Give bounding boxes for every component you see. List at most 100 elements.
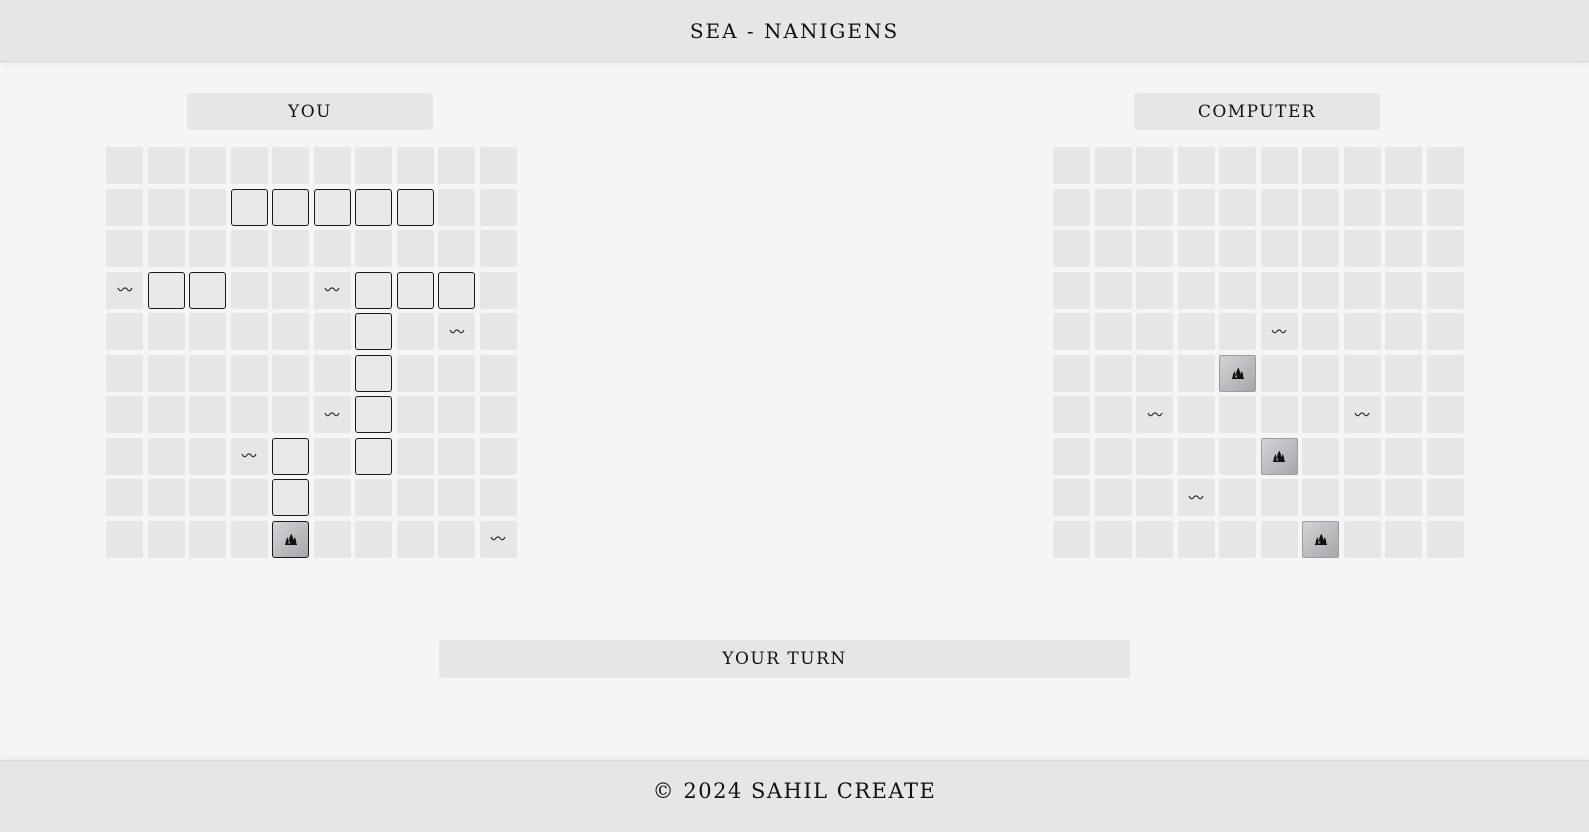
player-cell[interactable] bbox=[189, 188, 226, 226]
computer-cell[interactable] bbox=[1094, 147, 1132, 184]
computer-miss-cell[interactable] bbox=[1260, 313, 1298, 350]
player-cell[interactable] bbox=[438, 354, 475, 392]
player-cell[interactable] bbox=[313, 147, 351, 184]
computer-cell[interactable] bbox=[1094, 437, 1132, 475]
computer-cell[interactable] bbox=[1343, 479, 1381, 516]
player-cell[interactable] bbox=[106, 147, 143, 184]
computer-cell[interactable] bbox=[1094, 271, 1132, 309]
player-ship-cell[interactable] bbox=[438, 271, 475, 309]
computer-cell[interactable] bbox=[1177, 396, 1215, 433]
computer-cell[interactable] bbox=[1094, 396, 1132, 433]
player-cell[interactable] bbox=[438, 147, 475, 184]
player-ship-cell[interactable] bbox=[355, 354, 392, 392]
computer-miss-cell[interactable] bbox=[1343, 396, 1381, 433]
computer-hit-cell[interactable] bbox=[1219, 354, 1256, 392]
computer-cell[interactable] bbox=[1260, 396, 1298, 433]
computer-cell[interactable] bbox=[1385, 147, 1422, 184]
player-cell[interactable] bbox=[147, 188, 185, 226]
player-cell[interactable] bbox=[147, 230, 185, 267]
player-ship-cell[interactable] bbox=[272, 479, 309, 516]
player-cell[interactable] bbox=[106, 313, 143, 350]
player-miss-cell[interactable] bbox=[230, 437, 268, 475]
computer-cell[interactable] bbox=[1219, 396, 1256, 433]
player-cell[interactable] bbox=[479, 188, 517, 226]
computer-cell[interactable] bbox=[1219, 479, 1256, 516]
computer-cell[interactable] bbox=[1426, 313, 1464, 350]
player-cell[interactable] bbox=[147, 147, 185, 184]
player-cell[interactable] bbox=[230, 479, 268, 516]
player-ship-cell[interactable] bbox=[272, 437, 309, 475]
computer-cell[interactable] bbox=[1094, 313, 1132, 350]
player-cell[interactable] bbox=[438, 230, 475, 267]
computer-cell[interactable] bbox=[1177, 437, 1215, 475]
player-cell[interactable] bbox=[106, 437, 143, 475]
computer-cell[interactable] bbox=[1302, 313, 1339, 350]
player-cell[interactable] bbox=[189, 520, 226, 558]
player-miss-cell[interactable] bbox=[106, 271, 143, 309]
player-cell[interactable] bbox=[272, 313, 309, 350]
player-cell[interactable] bbox=[147, 396, 185, 433]
player-cell[interactable] bbox=[479, 437, 517, 475]
player-cell[interactable] bbox=[438, 520, 475, 558]
computer-cell[interactable] bbox=[1177, 188, 1215, 226]
computer-cell[interactable] bbox=[1260, 520, 1298, 558]
player-cell[interactable] bbox=[272, 147, 309, 184]
player-cell[interactable] bbox=[313, 437, 351, 475]
player-cell[interactable] bbox=[313, 479, 351, 516]
computer-cell[interactable] bbox=[1302, 479, 1339, 516]
computer-cell[interactable] bbox=[1219, 437, 1256, 475]
computer-cell[interactable] bbox=[1385, 396, 1422, 433]
computer-cell[interactable] bbox=[1136, 147, 1173, 184]
computer-cell[interactable] bbox=[1053, 313, 1090, 350]
player-ship-cell[interactable] bbox=[313, 188, 351, 226]
player-miss-cell[interactable] bbox=[438, 313, 475, 350]
computer-cell[interactable] bbox=[1426, 230, 1464, 267]
computer-cell[interactable] bbox=[1302, 396, 1339, 433]
computer-cell[interactable] bbox=[1177, 147, 1215, 184]
computer-cell[interactable] bbox=[1260, 354, 1298, 392]
computer-hit-cell[interactable] bbox=[1260, 437, 1298, 475]
computer-cell[interactable] bbox=[1260, 147, 1298, 184]
player-ship-cell[interactable] bbox=[189, 271, 226, 309]
player-ship-cell[interactable] bbox=[355, 188, 392, 226]
player-cell[interactable] bbox=[355, 520, 392, 558]
player-ship-cell[interactable] bbox=[355, 271, 392, 309]
player-cell[interactable] bbox=[272, 271, 309, 309]
player-cell[interactable] bbox=[189, 354, 226, 392]
computer-cell[interactable] bbox=[1426, 147, 1464, 184]
player-cell[interactable] bbox=[438, 396, 475, 433]
player-cell[interactable] bbox=[106, 396, 143, 433]
player-miss-cell[interactable] bbox=[313, 396, 351, 433]
computer-cell[interactable] bbox=[1260, 479, 1298, 516]
computer-cell[interactable] bbox=[1053, 354, 1090, 392]
player-cell[interactable] bbox=[147, 520, 185, 558]
computer-cell[interactable] bbox=[1302, 271, 1339, 309]
player-cell[interactable] bbox=[396, 354, 434, 392]
player-cell[interactable] bbox=[479, 230, 517, 267]
computer-cell[interactable] bbox=[1343, 230, 1381, 267]
computer-cell[interactable] bbox=[1385, 479, 1422, 516]
computer-cell[interactable] bbox=[1343, 313, 1381, 350]
player-cell[interactable] bbox=[106, 188, 143, 226]
computer-cell[interactable] bbox=[1343, 354, 1381, 392]
computer-cell[interactable] bbox=[1136, 271, 1173, 309]
computer-cell[interactable] bbox=[1385, 188, 1422, 226]
player-cell[interactable] bbox=[479, 313, 517, 350]
computer-cell[interactable] bbox=[1426, 354, 1464, 392]
player-cell[interactable] bbox=[355, 479, 392, 516]
player-cell[interactable] bbox=[147, 479, 185, 516]
player-cell[interactable] bbox=[230, 230, 268, 267]
computer-cell[interactable] bbox=[1302, 354, 1339, 392]
computer-cell[interactable] bbox=[1136, 354, 1173, 392]
computer-cell[interactable] bbox=[1219, 313, 1256, 350]
player-cell[interactable] bbox=[106, 354, 143, 392]
player-cell[interactable] bbox=[272, 230, 309, 267]
player-ship-cell[interactable] bbox=[147, 271, 185, 309]
computer-cell[interactable] bbox=[1219, 230, 1256, 267]
player-cell[interactable] bbox=[106, 479, 143, 516]
computer-cell[interactable] bbox=[1136, 520, 1173, 558]
player-cell[interactable] bbox=[189, 479, 226, 516]
player-cell[interactable] bbox=[313, 313, 351, 350]
computer-cell[interactable] bbox=[1302, 147, 1339, 184]
computer-cell[interactable] bbox=[1136, 437, 1173, 475]
